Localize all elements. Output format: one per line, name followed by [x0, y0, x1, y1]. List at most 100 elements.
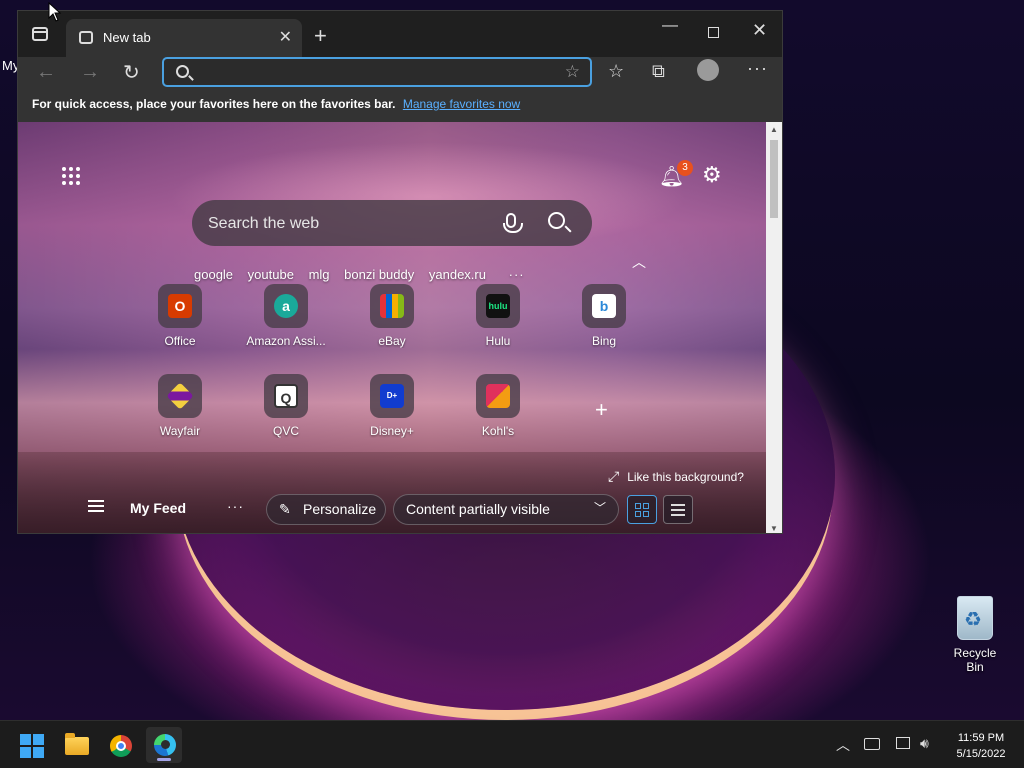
chevron-down-icon: ﹀ [593, 501, 606, 515]
chevron-up-icon[interactable]: ︿ [632, 252, 646, 272]
tile-label: Amazon Assi... [246, 334, 326, 348]
new-tab-button[interactable]: + [314, 23, 327, 49]
chrome-button[interactable] [102, 727, 138, 763]
bing-icon: b [592, 294, 616, 318]
recycle-bin[interactable]: ♻ Recycle Bin [944, 596, 1006, 674]
microphone-icon[interactable] [503, 213, 523, 233]
tile-ebay[interactable]: eBay [347, 284, 437, 348]
favorites-icon[interactable]: ☆ [608, 61, 624, 82]
minimize-button[interactable]: — [662, 17, 678, 35]
edge-browser-window: New tab ✕ + — ✕ ← → ↻ ☆ ☆ ⧉ ··· For quic… [17, 10, 783, 534]
scrollbar-thumb[interactable] [770, 140, 778, 218]
hamburger-menu-icon[interactable] [88, 500, 104, 512]
tile-disney-plus[interactable]: D+ Disney+ [347, 374, 437, 438]
tile-hulu[interactable]: hulu Hulu [453, 284, 543, 348]
tab-title: New tab [103, 30, 151, 45]
manage-favorites-link[interactable]: Manage favorites now [403, 97, 520, 111]
personalize-label: Personalize [303, 501, 377, 517]
forward-arrow-icon[interactable]: → [80, 61, 100, 84]
tile-kohls[interactable]: Kohl's [453, 374, 543, 438]
quick-link[interactable]: youtube [248, 267, 294, 282]
close-window-button[interactable]: ✕ [752, 20, 767, 41]
refresh-icon[interactable]: ↻ [123, 60, 140, 85]
feed-more-icon[interactable]: ··· [227, 498, 244, 514]
search-icon [176, 65, 189, 78]
tab-actions-icon[interactable] [32, 27, 48, 41]
tab-strip: New tab ✕ + — ✕ [18, 11, 782, 57]
quick-link[interactable]: yandex.ru [429, 267, 486, 282]
amazon-assistant-icon: a [274, 294, 298, 318]
quick-link[interactable]: google [194, 267, 233, 282]
scroll-up-arrow-icon[interactable]: ▲ [770, 125, 778, 134]
tile-bing[interactable]: b Bing [559, 284, 649, 348]
add-favorite-icon[interactable]: ☆ [565, 62, 580, 82]
system-clock[interactable]: 11:59 PM 5/15/2022 [946, 730, 1016, 762]
edge-icon [154, 734, 176, 756]
close-tab-icon[interactable]: ✕ [279, 27, 292, 47]
tile-qvc[interactable]: Q QVC [241, 374, 331, 438]
personalize-button[interactable]: ✎ Personalize [266, 494, 386, 525]
add-site-plus-icon[interactable]: + [595, 397, 608, 423]
clock-date: 5/15/2022 [956, 748, 1006, 760]
show-hidden-icons-caret[interactable]: ︿ [836, 735, 850, 755]
file-explorer-button[interactable] [58, 727, 94, 763]
feed-title[interactable]: My Feed [130, 500, 186, 516]
quick-links: google youtube mlg bonzi buddy yandex.ru… [194, 267, 536, 282]
keyboard-icon[interactable] [864, 738, 880, 750]
edge-button[interactable] [146, 727, 182, 763]
page-scrollbar[interactable]: ▲ ▼ [766, 122, 782, 533]
office-icon: O [168, 294, 192, 318]
hulu-icon: hulu [486, 294, 510, 318]
active-indicator [157, 758, 171, 761]
like-background-text: Like this background? [627, 470, 744, 484]
wayfair-icon [166, 382, 194, 410]
recycle-bin-icon: ♻ [957, 596, 993, 640]
folder-icon [65, 733, 89, 755]
more-options-icon[interactable]: ··· [747, 58, 768, 79]
address-input[interactable] [198, 62, 548, 82]
network-icon[interactable] [896, 737, 910, 749]
volume-icon[interactable]: 🔊︎ [920, 735, 929, 752]
new-tab-icon [79, 31, 93, 44]
favorites-bar: For quick access, place your favorites h… [18, 97, 782, 122]
tile-label: Office [164, 334, 196, 348]
content-visibility-dropdown[interactable]: Content partially visible ﹀ [393, 494, 619, 525]
expand-icon: ⤢ [608, 468, 620, 484]
disney-plus-icon: D+ [380, 384, 404, 408]
kohls-icon [486, 384, 510, 408]
tile-label: Hulu [485, 334, 511, 348]
like-background-link[interactable]: ⤢ Like this background? [608, 468, 744, 485]
list-view-button[interactable] [663, 495, 693, 524]
tile-label: Bing [591, 334, 617, 348]
pencil-icon: ✎ [279, 501, 291, 517]
back-arrow-icon[interactable]: ← [36, 61, 56, 84]
content-visibility-label: Content partially visible [406, 501, 550, 517]
address-bar[interactable]: ☆ [162, 57, 592, 87]
quick-link[interactable]: bonzi buddy [344, 267, 414, 282]
collections-icon[interactable]: ⧉ [652, 61, 665, 82]
search-placeholder: Search the web [208, 215, 320, 232]
search-icon[interactable] [548, 212, 565, 229]
tile-label: eBay [378, 334, 406, 348]
notification-badge: 3 [677, 160, 693, 176]
more-links-button[interactable]: ··· [509, 267, 525, 282]
windows-start-icon[interactable] [20, 734, 44, 758]
profile-avatar[interactable] [697, 59, 719, 81]
tile-label: Disney+ [370, 424, 414, 438]
tab-new-tab[interactable]: New tab ✕ [66, 19, 302, 57]
tile-amazon-assistant[interactable]: a Amazon Assi... [241, 284, 331, 348]
grid-view-button[interactable] [627, 495, 657, 524]
web-search-box[interactable]: Search the web [192, 200, 592, 246]
tile-label: Kohl's [481, 424, 515, 438]
maximize-button[interactable] [708, 27, 719, 38]
tile-office[interactable]: O Office [135, 284, 225, 348]
new-tab-page: 🔔︎ 3 ⚙ Search the web google youtube mlg… [18, 122, 766, 533]
scroll-down-arrow-icon[interactable]: ▼ [770, 524, 778, 533]
qvc-icon: Q [274, 384, 298, 408]
tile-wayfair[interactable]: Wayfair [135, 374, 225, 438]
app-launcher-icon[interactable] [62, 167, 80, 185]
settings-gear-icon[interactable]: ⚙ [702, 162, 722, 188]
favorites-bar-text: For quick access, place your favorites h… [32, 97, 396, 111]
quick-link[interactable]: mlg [309, 267, 330, 282]
tile-label: QVC [272, 424, 299, 438]
